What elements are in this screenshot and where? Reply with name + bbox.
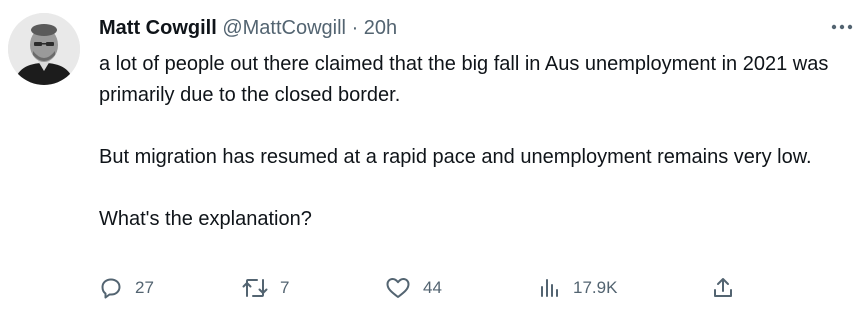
reply-icon	[101, 278, 121, 299]
retweet-button[interactable]: 7	[242, 274, 289, 302]
retweet-count: 7	[280, 278, 290, 297]
avatar-photo	[8, 13, 80, 85]
timestamp[interactable]: 20h	[364, 17, 397, 39]
views-button[interactable]: 17.9K	[539, 274, 617, 302]
more-options-icon[interactable]	[826, 14, 858, 40]
tweet-header: Matt Cowgill @MattCowgill · 20h	[99, 14, 397, 42]
tweet-paragraph: a lot of people out there claimed that t…	[99, 53, 829, 106]
like-button[interactable]: 44	[385, 274, 442, 302]
like-count: 44	[423, 278, 442, 297]
share-icon	[714, 278, 732, 297]
avatar[interactable]	[8, 13, 80, 85]
heart-icon	[386, 278, 410, 298]
retweet-icon	[242, 279, 268, 297]
share-button[interactable]	[711, 274, 735, 302]
author-name[interactable]: Matt Cowgill	[99, 17, 217, 39]
reply-count: 27	[135, 278, 154, 297]
views-icon	[541, 279, 558, 297]
tweet-paragraph: What's the explanation?	[99, 208, 312, 230]
reply-button[interactable]: 27	[99, 274, 154, 302]
tweet-paragraph: But migration has resumed at a rapid pac…	[99, 146, 812, 168]
separator-dot: ·	[351, 17, 359, 39]
tweet-text: a lot of people out there claimed that t…	[99, 49, 859, 235]
tweet-actions: 27 7 44 17.9K	[99, 274, 839, 302]
author-handle[interactable]: @MattCowgill	[222, 17, 346, 39]
view-count: 17.9K	[573, 278, 618, 297]
